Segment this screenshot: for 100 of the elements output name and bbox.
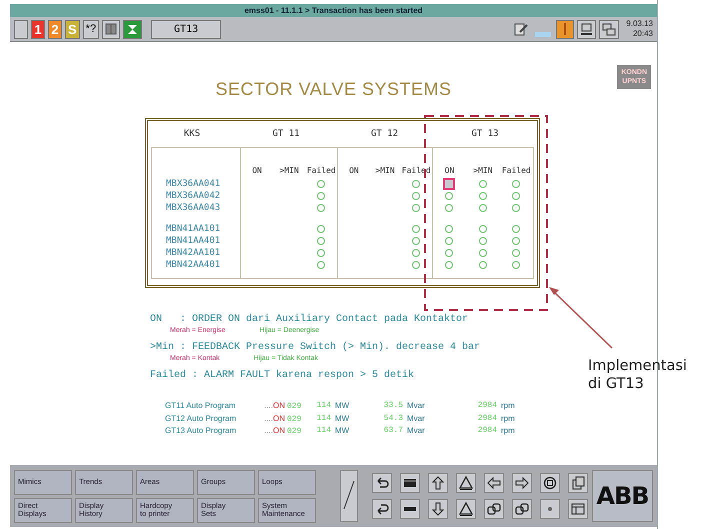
power-value: 114 (316, 425, 332, 437)
hourglass-icon (126, 22, 140, 36)
speed-value: 2984 (476, 425, 498, 437)
windows-button[interactable] (599, 20, 620, 38)
company-logo: ABB (592, 470, 653, 522)
signal-header: ON (348, 166, 360, 177)
triangle-icon (458, 501, 474, 517)
alarm-level-button[interactable]: 1 (31, 20, 45, 38)
link-icon (514, 501, 530, 517)
power-value: 114 (316, 400, 332, 412)
line-icon (564, 23, 566, 35)
tool-button[interactable] (512, 473, 532, 493)
tool-button[interactable] (400, 473, 420, 493)
power-value: 114 (316, 412, 332, 424)
page-title: SECTOR VALVE SYSTEMS (215, 79, 452, 100)
unit-text: MW (335, 400, 350, 412)
kks-code: MBN42AA101 (165, 247, 222, 259)
tool-button[interactable] (372, 499, 392, 519)
computer-icon (580, 22, 594, 36)
column-header: GT 13 (470, 129, 500, 139)
panel-icon (105, 23, 118, 35)
signal-header: Failed (500, 166, 532, 177)
legend-text: Failed : ALARM FAULT karena respon > 5 detik (150, 370, 416, 382)
state-text: ON (273, 401, 285, 410)
status-button[interactable] (123, 20, 142, 38)
code-value: 029 (286, 402, 302, 411)
tool-button[interactable] (484, 473, 504, 493)
unit-text: Mvar (407, 425, 426, 437)
legend-text: ON : ORDER ON dari Auxiliary Contact pada Kontaktor (150, 314, 470, 326)
tool-button[interactable] (428, 473, 448, 493)
tool-button[interactable] (400, 499, 420, 519)
unit-text: MW (335, 412, 350, 424)
bar-icon (535, 32, 552, 36)
reactive-value: 33.5 (382, 400, 404, 412)
tool-button[interactable] (484, 499, 504, 519)
tool-button[interactable] (456, 473, 476, 493)
column-header: KKS (182, 129, 202, 139)
time-text: 20:43 (632, 29, 653, 39)
signal-header: >MIN (374, 166, 396, 177)
state-text: ON (273, 426, 285, 435)
annotation-text: Implementasi di GT13 (588, 357, 688, 393)
signal-header: >MIN (278, 166, 300, 177)
unit-text: rpm (501, 425, 516, 437)
date-text: 9.03.13 (626, 19, 653, 29)
left-arrow-icon (486, 475, 502, 491)
reactive-value: 54.3 (382, 412, 404, 424)
kks-code: MBN41AA401 (165, 235, 222, 247)
unit-text: rpm (501, 412, 516, 425)
triangle-icon (458, 475, 474, 491)
program-label: GT12 Auto Program (165, 412, 238, 425)
pointer-arrow (549, 287, 613, 349)
help-button[interactable]: *? (82, 20, 100, 38)
program-label: GT13 Auto Program (165, 425, 238, 437)
up-arrow-icon (430, 475, 446, 491)
tool-button[interactable] (568, 473, 588, 493)
code-value: 029 (286, 414, 302, 424)
windows-icon (602, 22, 616, 36)
tool-button[interactable] (428, 499, 448, 519)
reactive-value: 63.7 (382, 425, 404, 437)
dots-text: .... (263, 412, 273, 424)
unit-text: Mvar (407, 412, 426, 424)
signal-header: ON (251, 166, 263, 177)
speed-value: 2984 (476, 400, 498, 412)
pen-button[interactable] (340, 470, 358, 522)
legend-text: >Min : FEEDBACK Pressure Switch (> Min). decrease 4 bar (150, 342, 482, 354)
unit-text: MW (335, 425, 350, 437)
code-value: 029 (286, 427, 302, 436)
right-arrow-icon (514, 475, 530, 491)
column-header: GT 12 (370, 129, 400, 139)
unit-text: Mvar (407, 400, 426, 412)
window-title: emss01 - 11.1.1 > Transaction has been started (10, 4, 657, 17)
dots-text: .... (263, 425, 273, 437)
toolbar-button[interactable] (14, 20, 28, 38)
down-arrow-icon (430, 501, 446, 517)
unit-text: rpm (501, 400, 516, 412)
kks-code: MBX36AA041 (165, 178, 222, 190)
signal-header: Failed (306, 166, 337, 177)
tool-button[interactable] (456, 499, 476, 519)
kks-code: MBX36AA042 (165, 190, 222, 202)
tool-button[interactable] (540, 473, 560, 493)
window-icon (570, 501, 586, 517)
signal-header: >MIN (472, 166, 494, 177)
dots-text: .... (263, 400, 273, 412)
tool-button[interactable] (512, 499, 532, 519)
state-text: ON (273, 414, 285, 422)
signal-header: ON (444, 166, 456, 177)
computer-button[interactable] (577, 20, 596, 38)
kks-code: MBN41AA101 (165, 223, 222, 235)
kks-code: MBX36AA043 (165, 202, 222, 214)
kks-code: MBN42AA401 (165, 259, 222, 271)
note-pencil-icon (514, 22, 528, 36)
tool-button[interactable] (568, 499, 588, 519)
speed-value: 2984 (476, 412, 498, 424)
column-header: GT 11 (271, 129, 301, 139)
program-label: GT11 Auto Program (165, 400, 237, 412)
display-tab[interactable]: GT13 (151, 20, 222, 38)
panel-button[interactable] (102, 20, 120, 38)
tool-button[interactable] (372, 473, 392, 493)
copy-icon (570, 475, 586, 491)
link-icon (486, 501, 502, 517)
